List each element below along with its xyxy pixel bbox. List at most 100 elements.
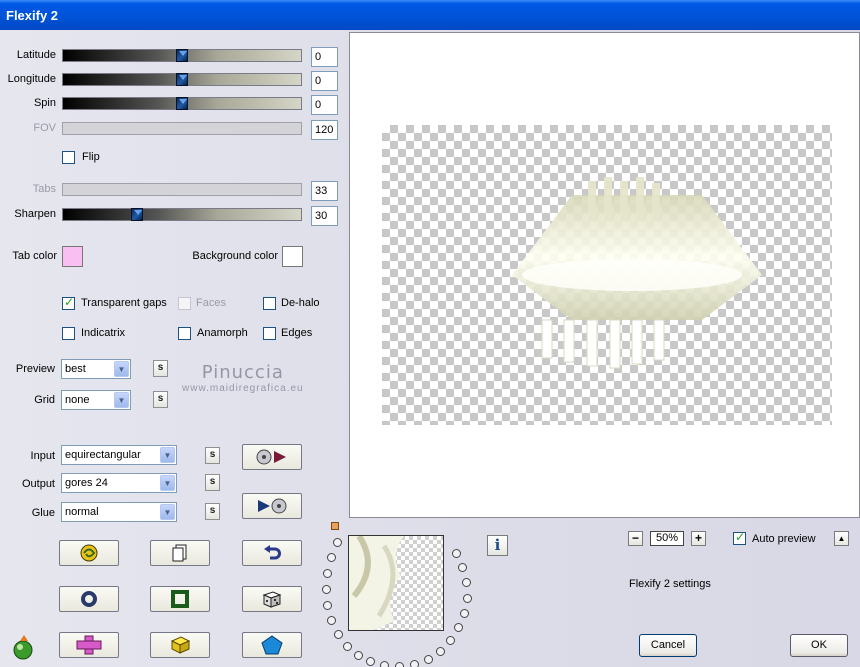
output-select-value: gores 24: [65, 477, 108, 489]
zoom-in-button[interactable]: +: [691, 531, 706, 546]
info-button[interactable]: i: [487, 535, 508, 556]
title-bar: Flexify 2: [0, 0, 860, 30]
output-select[interactable]: gores 24 ▼: [61, 473, 177, 493]
square-frame-icon: [171, 590, 189, 608]
watermark-name: Pinuccia: [201, 362, 284, 383]
spin-label: Spin: [33, 97, 56, 109]
sphere-button[interactable]: [59, 586, 119, 612]
sharpen-slider[interactable]: [62, 208, 302, 221]
frame-button[interactable]: [150, 586, 210, 612]
latitude-slider[interactable]: [62, 49, 302, 62]
sharpen-label: Sharpen: [14, 208, 56, 220]
input-label: Input: [30, 450, 55, 462]
preview-label: Preview: [15, 363, 55, 375]
background-color-label: Background color: [192, 250, 278, 262]
transparent-gaps-checkbox[interactable]: ✓: [62, 295, 75, 310]
chevron-down-icon[interactable]: ▼: [160, 475, 175, 491]
preview-select[interactable]: best ▼: [61, 359, 131, 379]
pentagon-button[interactable]: [242, 632, 302, 658]
preview-select-value: best: [65, 363, 86, 375]
chevron-down-icon[interactable]: ▼: [160, 504, 175, 520]
settings-caption: Flexify 2 settings: [629, 578, 711, 590]
input-s-button[interactable]: s: [205, 447, 220, 464]
disc-play-icon: [256, 449, 286, 465]
background-color-swatch[interactable]: [282, 246, 303, 267]
cube-button[interactable]: [150, 632, 210, 658]
longitude-label: Longitude: [7, 73, 56, 85]
sharpen-input[interactable]: 30: [311, 206, 338, 226]
preview-s-button[interactable]: s: [153, 360, 168, 377]
watermark-site: www.maidiregrafica.eu: [182, 383, 304, 394]
pentagon-icon: [261, 635, 283, 655]
glue-label: Glue: [31, 507, 55, 519]
glue-select[interactable]: normal ▼: [61, 502, 177, 522]
navigator-thumbnail[interactable]: [348, 535, 444, 631]
load-preset-button[interactable]: [242, 444, 302, 470]
faces-checkbox: [178, 297, 191, 310]
ok-button[interactable]: OK: [790, 634, 848, 657]
preview-checkerboard: [382, 125, 832, 425]
glue-select-value: normal: [65, 506, 99, 518]
output-label: Output: [21, 478, 55, 490]
spin-slider[interactable]: [62, 97, 302, 110]
tab-color-label: Tab color: [12, 250, 57, 262]
chevron-down-icon[interactable]: ▼: [114, 361, 129, 377]
latitude-label: Latitude: [16, 49, 56, 61]
fov-input[interactable]: 120: [311, 120, 338, 140]
undo-icon: [264, 545, 281, 560]
play-disc-icon: [258, 498, 287, 514]
navigator-handle[interactable]: [331, 522, 339, 530]
longitude-slider[interactable]: [62, 73, 302, 86]
preview-canvas[interactable]: [349, 32, 860, 518]
window-title: Flexify 2: [6, 8, 59, 23]
fov-label: FOV: [33, 122, 56, 134]
transparent-gaps-label: Transparent gaps: [81, 297, 167, 309]
longitude-input[interactable]: 0: [311, 71, 338, 91]
randomize-button[interactable]: [59, 540, 119, 566]
anamorph-checkbox[interactable]: [178, 327, 191, 340]
cancel-button[interactable]: Cancel: [639, 634, 697, 657]
cross-icon: [76, 635, 102, 655]
indicatrix-checkbox[interactable]: [62, 327, 75, 340]
dice-button[interactable]: [242, 586, 302, 612]
spin-input[interactable]: 0: [311, 95, 338, 115]
input-select-value: equirectangular: [65, 449, 141, 461]
flip-checkbox[interactable]: [62, 151, 75, 164]
copy-button[interactable]: [150, 540, 210, 566]
auto-preview-label: Auto preview: [752, 533, 816, 545]
input-select[interactable]: equirectangular ▼: [61, 445, 177, 465]
ring-icon: [81, 591, 97, 607]
thumbnail-image: [349, 536, 404, 630]
grid-select[interactable]: none ▼: [61, 390, 131, 410]
tabs-label: Tabs: [32, 183, 56, 195]
latitude-input[interactable]: 0: [311, 47, 338, 67]
save-preset-button[interactable]: [242, 493, 302, 519]
glue-s-button[interactable]: s: [205, 503, 220, 520]
chevron-down-icon[interactable]: ▼: [114, 392, 129, 408]
frog-logo-icon: [10, 633, 36, 664]
tabs-slider: [62, 183, 302, 196]
grid-label: Grid: [34, 394, 55, 406]
tab-color-swatch[interactable]: [62, 246, 83, 267]
flexified-image: [512, 177, 762, 369]
document-icon: [172, 544, 187, 562]
auto-preview-checkbox[interactable]: ✓: [733, 530, 746, 545]
fov-slider: [62, 122, 302, 135]
undo-button[interactable]: [242, 540, 302, 566]
spin-thumb[interactable]: [176, 97, 188, 110]
zoom-level: 50%: [650, 531, 684, 546]
tabs-input[interactable]: 33: [311, 181, 338, 201]
chevron-down-icon[interactable]: ▼: [160, 447, 175, 463]
longitude-thumb[interactable]: [176, 73, 188, 86]
zoom-out-button[interactable]: −: [628, 531, 643, 546]
flip-label: Flip: [82, 151, 100, 163]
grid-s-button[interactable]: s: [153, 391, 168, 408]
edges-checkbox[interactable]: [263, 327, 276, 340]
sharpen-thumb[interactable]: [131, 208, 143, 221]
latitude-thumb[interactable]: [176, 49, 188, 62]
de-halo-label: De-halo: [281, 297, 320, 309]
de-halo-checkbox[interactable]: [263, 297, 276, 310]
output-s-button[interactable]: s: [205, 474, 220, 491]
collapse-button[interactable]: ▲: [834, 531, 849, 546]
cross-button[interactable]: [59, 632, 119, 658]
